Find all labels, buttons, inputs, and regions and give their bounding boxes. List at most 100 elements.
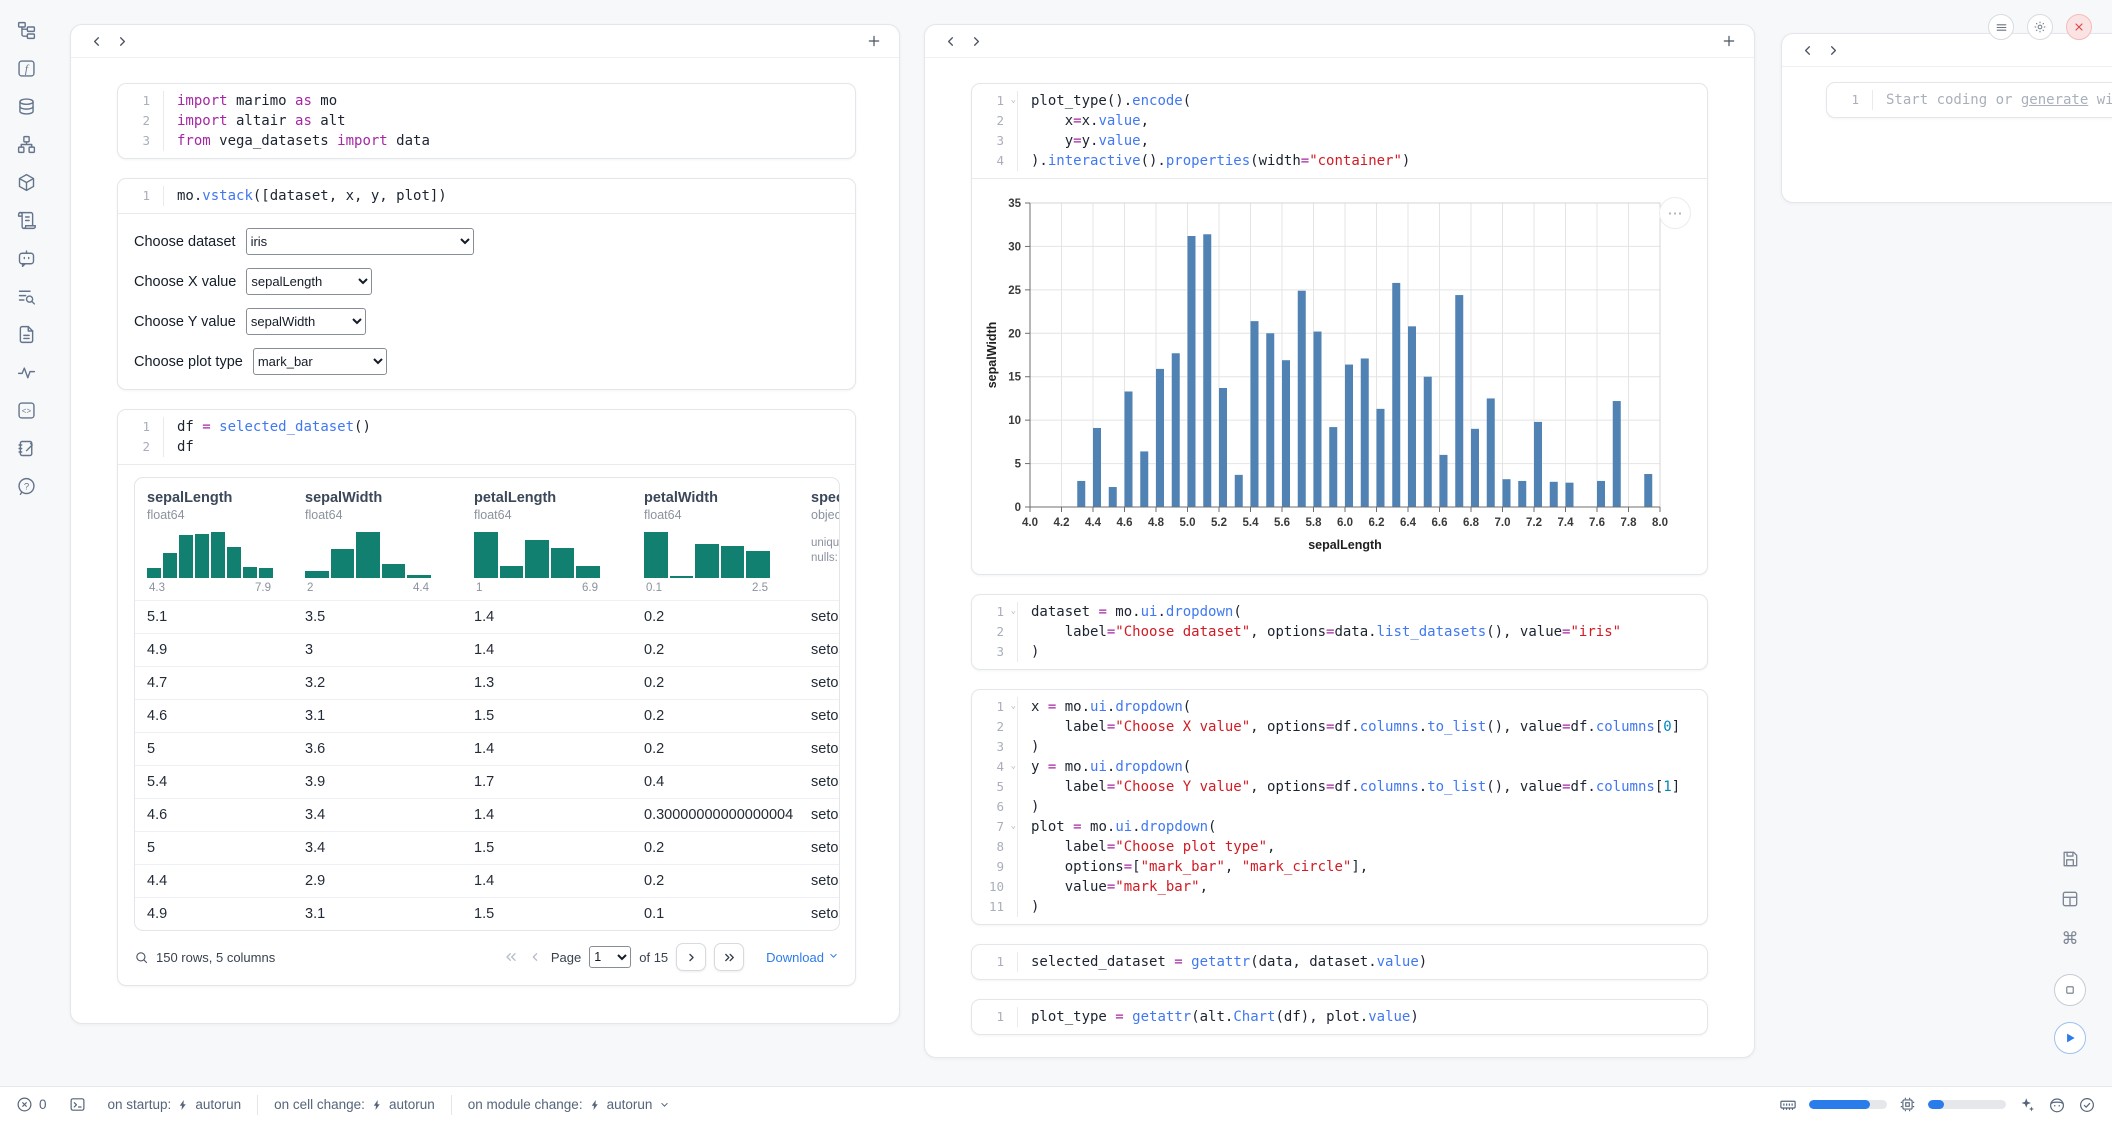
table-cell: 3 <box>305 641 474 659</box>
code-text: value="mark_bar", <box>1017 877 1707 897</box>
notebook-cell: 1plot_type = getattr(alt.Chart(df), plot… <box>971 999 1708 1035</box>
fold-chevron-icon[interactable]: ⌄ <box>1011 696 1016 716</box>
chevron-right-icon[interactable] <box>109 29 135 53</box>
choose-dataset-select[interactable]: iris <box>246 228 474 255</box>
chart-bar <box>1188 236 1196 507</box>
ai-sparkles-icon[interactable] <box>2018 1096 2036 1114</box>
chevron-left-icon[interactable] <box>937 29 963 53</box>
line-number: 8 <box>972 837 1004 857</box>
fold-chevron-icon[interactable]: ⌄ <box>1011 90 1016 110</box>
search-icon[interactable] <box>134 950 149 965</box>
sidebar-item-packages[interactable] <box>13 170 39 195</box>
run-button[interactable] <box>2054 1022 2086 1054</box>
chart-bar <box>1613 401 1621 507</box>
table-cell: 3.1 <box>305 905 474 923</box>
sidebar-item-scratchpad[interactable] <box>13 436 39 461</box>
on-module-change-setting[interactable]: on module change: autorun <box>468 1097 672 1112</box>
code-editor[interactable]: 1plot_type = getattr(alt.Chart(df), plot… <box>972 1000 1707 1034</box>
save-icon[interactable] <box>2057 846 2083 872</box>
connection-status-icon[interactable] <box>2078 1096 2096 1114</box>
terminal-icon[interactable] <box>69 1096 86 1113</box>
table-cell: 0.2 <box>644 872 811 890</box>
table-cell: setosa <box>811 674 840 692</box>
bolt-icon <box>589 1099 601 1111</box>
sidebar-item-functions[interactable]: f <box>13 56 39 81</box>
code-editor[interactable]: 1⌄dataset = mo.ui.dropdown(2 label="Choo… <box>972 595 1707 669</box>
sidebar-item-logs[interactable] <box>13 208 39 233</box>
code-editor[interactable]: 1⌄x = mo.ui.dropdown(2 label="Choose X v… <box>972 690 1707 924</box>
choose-y-value-select[interactable]: sepalWidth <box>246 308 366 335</box>
page-select[interactable]: 1 <box>589 946 631 968</box>
svg-text:25: 25 <box>1008 285 1021 297</box>
code-editor[interactable]: 1⌄plot_type().encode(2 x=x.value,3 y=y.v… <box>972 84 1707 178</box>
svg-text:4.2: 4.2 <box>1054 517 1070 529</box>
svg-text:4.0: 4.0 <box>1022 517 1038 529</box>
status-bar: 0 on startup: autorun on cell change: au… <box>0 1086 2112 1122</box>
altair-bar-chart[interactable]: 4.04.24.44.64.85.05.25.45.65.86.06.26.46… <box>984 191 1684 563</box>
code-line: 3) <box>972 737 1707 757</box>
command-palette-icon[interactable]: ⌘ <box>2057 926 2083 952</box>
code-editor[interactable]: 1Start coding or generate with AI <box>1827 83 2112 117</box>
download-button[interactable]: Download <box>766 949 840 965</box>
chevron-left-icon[interactable] <box>1794 38 1820 62</box>
sidebar-item-chat[interactable] <box>13 246 39 271</box>
choose-x-value-select[interactable]: sepalLength <box>246 268 372 295</box>
code-line: 3 y=y.value, <box>972 131 1707 151</box>
chevron-right-icon[interactable] <box>1820 38 1846 62</box>
sidebar-item-documentation[interactable] <box>13 322 39 347</box>
code-editor[interactable]: 1df = selected_dataset()2df <box>118 410 855 464</box>
on-cell-change-setting[interactable]: on cell change: autorun <box>274 1097 435 1112</box>
table-cell: 0.2 <box>644 707 811 725</box>
circle-x-icon <box>16 1096 33 1113</box>
settings-gear-button[interactable] <box>2027 14 2053 40</box>
fold-chevron-icon[interactable]: ⌄ <box>1011 816 1016 836</box>
sidebar-item-datasources[interactable] <box>13 94 39 119</box>
chevron-left-icon[interactable] <box>83 29 109 53</box>
sidebar-item-snippets[interactable]: <> <box>13 398 39 423</box>
add-cell-button[interactable] <box>861 29 887 53</box>
code-text: selected_dataset = getattr(data, dataset… <box>1017 952 1707 972</box>
column-name[interactable]: petalLength <box>474 490 644 506</box>
chart-bar <box>1282 360 1290 507</box>
last-page-button[interactable] <box>714 943 744 971</box>
sidebar-item-tracing[interactable] <box>13 360 39 385</box>
column-name[interactable]: sepalWidth <box>305 490 474 506</box>
menu-button[interactable] <box>1988 14 2014 40</box>
sidebar-item-search-list[interactable] <box>13 284 39 309</box>
cell-output: Choose datasetirisChoose X valuesepalLen… <box>118 213 855 389</box>
setting-label: on cell change: <box>274 1097 365 1112</box>
setting-value: autorun <box>389 1097 435 1112</box>
chart-actions-button[interactable]: ⋯ <box>1659 197 1691 229</box>
column-name[interactable]: sepalLength <box>147 490 305 506</box>
chart-bar <box>1140 451 1148 507</box>
column-name[interactable]: petalWidth <box>644 490 811 506</box>
chevron-right-icon[interactable] <box>963 29 989 53</box>
add-cell-button[interactable] <box>1716 29 1742 53</box>
assistant-bot-icon[interactable] <box>2048 1096 2066 1114</box>
next-page-button[interactable] <box>676 943 706 971</box>
sidebar-item-help[interactable]: ? <box>13 474 39 499</box>
code-editor[interactable]: 1import marimo as mo2import altair as al… <box>118 84 855 158</box>
fold-chevron-icon[interactable]: ⌄ <box>1011 601 1016 621</box>
choose-plot-type-select[interactable]: mark_bar <box>253 348 387 375</box>
prev-page-button[interactable] <box>527 949 543 965</box>
column-name[interactable]: species <box>811 490 840 506</box>
error-indicator[interactable]: 0 <box>16 1096 47 1113</box>
layout-grid-icon[interactable] <box>2057 886 2083 912</box>
sidebar-item-file-tree[interactable] <box>13 18 39 43</box>
chevron-down-icon <box>827 949 840 965</box>
first-page-button[interactable] <box>503 949 519 965</box>
code-editor[interactable]: 1selected_dataset = getattr(data, datase… <box>972 945 1707 979</box>
table-cell: setosa <box>811 905 840 923</box>
table-cell: 1.4 <box>474 872 644 890</box>
table-cell: 3.4 <box>305 806 474 824</box>
notebook-cell: 1df = selected_dataset()2dfsepalLengthfl… <box>117 409 856 986</box>
sidebar-item-dependencies[interactable] <box>13 132 39 157</box>
close-button[interactable] <box>2066 14 2092 40</box>
svg-text:7.6: 7.6 <box>1589 517 1605 529</box>
fold-chevron-icon[interactable]: ⌄ <box>1011 756 1016 776</box>
code-editor[interactable]: 1mo.vstack([dataset, x, y, plot]) <box>118 179 855 213</box>
on-startup-setting[interactable]: on startup: autorun <box>108 1097 242 1112</box>
stop-button[interactable] <box>2054 974 2086 1006</box>
chevron-down-icon <box>658 1098 671 1111</box>
